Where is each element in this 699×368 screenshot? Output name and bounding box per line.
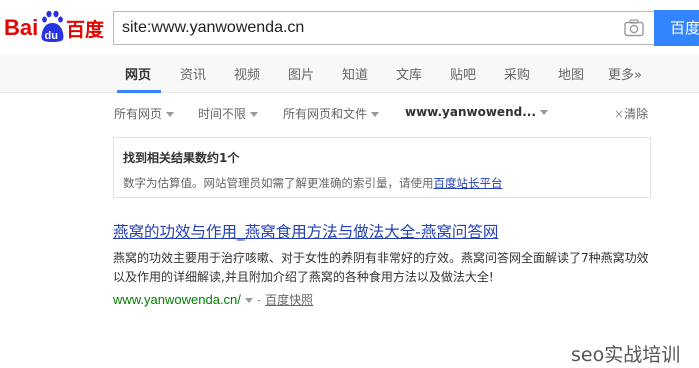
logo-text-bai: Bai (4, 15, 38, 40)
estimate-note-text: 数字为估算值。网站管理员如需了解更准确的索引量，请使用 (123, 176, 434, 190)
filter-site[interactable]: www.yanwowend... (405, 105, 548, 119)
search-result: 燕窝的功效与作用_燕窝食用方法与做法大全-燕窝问答网 燕窝的功效主要用于治疗咳嗽… (113, 220, 673, 308)
separator-dash: - (256, 293, 262, 307)
result-count-box: 找到相关结果数约1个 数字为估算值。网站管理员如需了解更准确的索引量，请使用百度… (113, 137, 651, 198)
result-count: 找到相关结果数约1个 (123, 151, 240, 165)
clear-filters-button[interactable]: ×清除 (614, 105, 648, 122)
caret-down-icon (539, 110, 548, 115)
search-tabs: 网页 资讯 视频 图片 知道 文库 贴吧 采购 地图 更多» (0, 55, 699, 93)
result-abstract: 燕窝的功效主要用于治疗咳嗽、对于女性的养阴有非常好的疗效。燕窝问答网全面解读了7… (113, 251, 649, 284)
result-url-line: www.yanwowenda.cn/ - 百度快照 (113, 291, 673, 308)
tab-tieba[interactable]: 贴吧 (450, 64, 476, 83)
search-input[interactable]: site:www.yanwowenda.cn (122, 12, 304, 44)
search-box[interactable]: site:www.yanwowenda.cn (113, 11, 654, 45)
filter-site-label: www.yanwowend... (405, 105, 536, 119)
tab-web[interactable]: 网页 (125, 64, 151, 83)
tab-map[interactable]: 地图 (558, 64, 584, 83)
active-tab-indicator (117, 90, 161, 93)
filter-file-type-label: 所有网页和文件 (283, 107, 368, 121)
clear-filters-label: 清除 (624, 107, 649, 121)
tab-zhidao[interactable]: 知道 (342, 64, 368, 83)
header: Bai du 百度 site:www.yanwowenda.cn 百度 (0, 0, 699, 55)
estimate-note: 数字为估算值。网站管理员如需了解更准确的索引量，请使用百度站长平台 (123, 175, 503, 191)
webmaster-platform-link[interactable]: 百度站长平台 (434, 176, 503, 190)
search-button[interactable]: 百度 (654, 10, 699, 46)
logo-text-baidu: 百度 (66, 18, 105, 41)
watermark: seo实战培训 (571, 344, 681, 366)
filter-time[interactable]: 时间不限 (198, 105, 259, 122)
camera-icon[interactable] (624, 19, 644, 37)
tab-images[interactable]: 图片 (288, 64, 314, 83)
result-title-link[interactable]: 燕窝的功效与作用_燕窝食用方法与做法大全-燕窝问答网 (113, 220, 673, 242)
filter-file-type[interactable]: 所有网页和文件 (283, 105, 380, 122)
filter-time-label: 时间不限 (198, 107, 247, 121)
filter-all-pages-label: 所有网页 (114, 107, 163, 121)
tab-wenku[interactable]: 文库 (396, 64, 422, 83)
baidu-logo[interactable]: Bai du 百度 (4, 10, 108, 46)
filter-all-pages[interactable]: 所有网页 (114, 105, 175, 122)
caret-down-icon (250, 112, 259, 117)
tab-purchase[interactable]: 采购 (504, 64, 530, 83)
tab-video[interactable]: 视频 (234, 64, 260, 83)
tab-news[interactable]: 资讯 (180, 64, 206, 83)
search-filters: 所有网页 时间不限 所有网页和文件 www.yanwowend... ×清除 (0, 94, 699, 130)
caret-down-icon[interactable] (244, 298, 253, 303)
logo-text-du: du (45, 30, 58, 42)
caret-down-icon (166, 112, 175, 117)
result-url: www.yanwowenda.cn/ (113, 292, 241, 307)
tab-more[interactable]: 更多» (608, 64, 642, 83)
caret-down-icon (371, 112, 380, 117)
snapshot-link[interactable]: 百度快照 (265, 293, 313, 307)
close-icon: × (614, 107, 625, 121)
